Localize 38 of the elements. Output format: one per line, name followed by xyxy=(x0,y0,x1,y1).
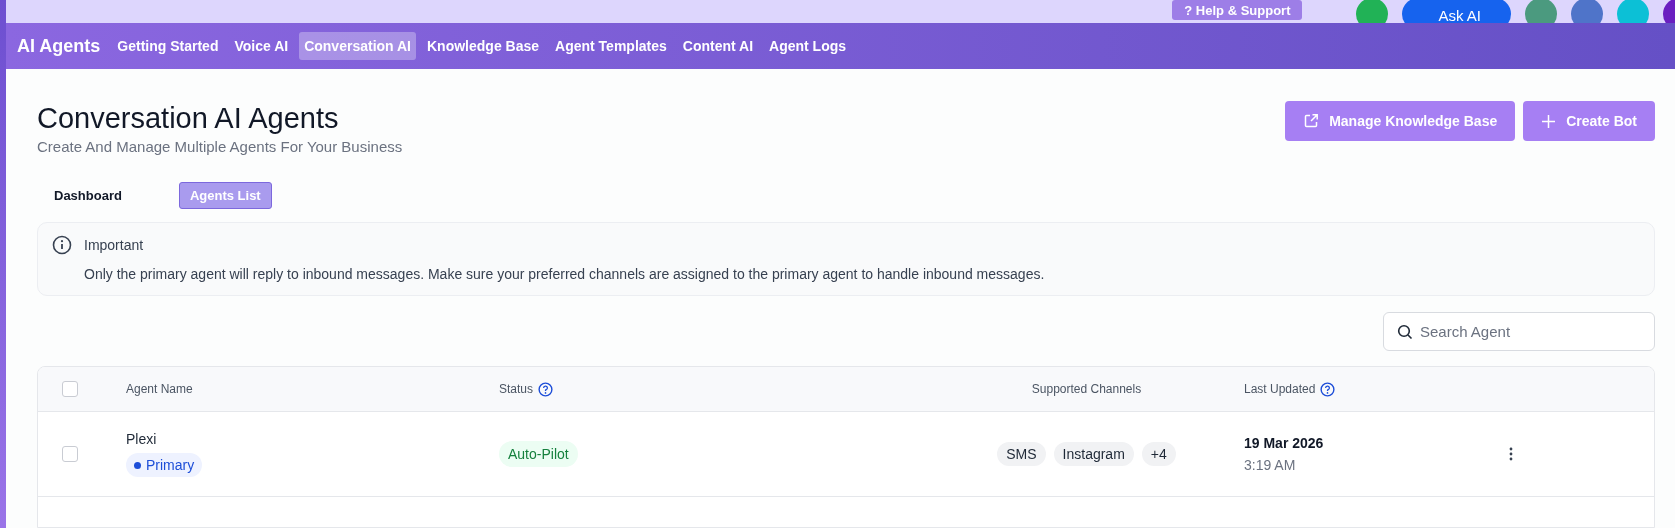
nav-tab[interactable]: Knowledge Base xyxy=(422,32,545,60)
row-checkbox[interactable] xyxy=(62,446,78,462)
nav-tab[interactable]: Voice AI xyxy=(229,32,294,60)
create-bot-button[interactable]: Create Bot xyxy=(1523,101,1655,141)
external-link-icon xyxy=(1303,113,1320,129)
nav-tab[interactable]: Getting Started xyxy=(112,32,224,60)
nav-tab[interactable]: Agent Logs xyxy=(764,32,852,60)
help-support-button[interactable]: ? Help & Support xyxy=(1172,0,1303,20)
status-badge: Auto-Pilot xyxy=(499,441,578,467)
nav-tab[interactable]: Conversation AI xyxy=(299,32,416,60)
channel-chip: +4 xyxy=(1141,442,1176,466)
page-subtitle: Create And Manage Multiple Agents For Your Business xyxy=(37,138,403,155)
plus-icon xyxy=(1541,113,1557,129)
app-title: AI Agents xyxy=(17,35,101,57)
notice-text: Only the primary agent will reply to inbound messages. Make sure your preferred channels are assigned to the primary agent to handle inbound messages. xyxy=(83,266,1046,282)
column-header: Agent Name xyxy=(126,382,193,396)
manage-knowledge-base-button[interactable]: Manage Knowledge Base xyxy=(1285,101,1516,141)
info-icon xyxy=(52,235,72,255)
channel-chip: Instagram xyxy=(1053,442,1134,466)
column-header: Last Updated xyxy=(1244,382,1316,396)
page-title: Conversation AI Agents xyxy=(37,101,340,135)
select-all-checkbox[interactable] xyxy=(62,381,78,397)
primary-badge: Primary xyxy=(126,453,203,477)
channel-chip: SMS xyxy=(997,442,1046,466)
search-field[interactable]: Search Agent xyxy=(1383,312,1655,351)
ask-ai-button[interactable]: Ask AI xyxy=(1402,0,1511,23)
column-header: Status xyxy=(499,382,534,396)
nav-tab[interactable]: Content AI xyxy=(677,32,759,60)
agent-name: Plexi xyxy=(126,431,157,447)
notice-title: Important xyxy=(84,237,144,253)
search-icon xyxy=(1397,324,1413,340)
nav-tab[interactable]: Agent Templates xyxy=(550,32,672,60)
updated-date: 19 Mar 2026 xyxy=(1244,435,1324,451)
view-tab[interactable]: Agents List xyxy=(178,182,272,209)
updated-time: 3:19 AM xyxy=(1244,457,1296,473)
view-tab[interactable]: Dashboard xyxy=(43,182,133,209)
more-options-icon[interactable] xyxy=(1509,447,1513,461)
column-header: Supported Channels xyxy=(1031,382,1142,396)
